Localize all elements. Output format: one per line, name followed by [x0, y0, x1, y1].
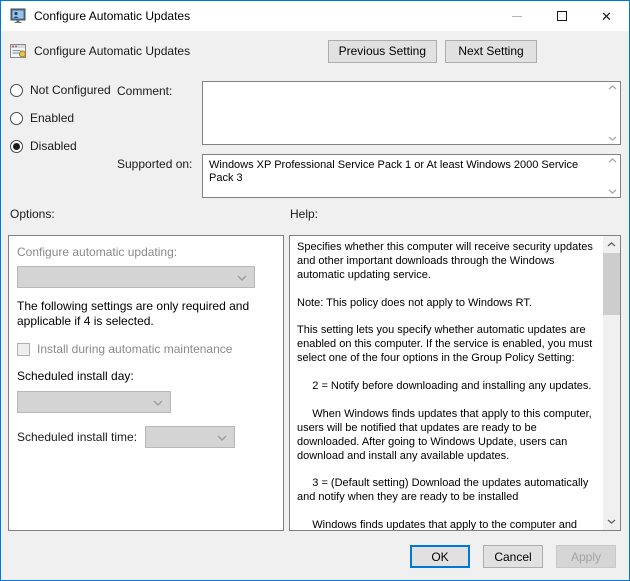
state-radio-group: Not Configured Enabled Disabled	[10, 81, 117, 198]
radio-label: Disabled	[30, 139, 77, 153]
scheduled-time-row: Scheduled install time:	[17, 426, 275, 448]
configure-updating-label: Configure automatic updating:	[17, 245, 275, 259]
policy-setting-icon	[10, 43, 26, 59]
previous-setting-button[interactable]: Previous Setting	[328, 40, 437, 63]
comment-scroll	[604, 82, 620, 144]
comment-box	[202, 81, 621, 145]
help-scrollbar[interactable]	[603, 236, 620, 530]
group-policy-setting-dialog: Configure Automatic Updates ✕ Configure …	[0, 0, 630, 581]
scrollbar-track[interactable]	[603, 315, 620, 513]
supported-on-box: Windows XP Professional Service Pack 1 o…	[202, 154, 621, 198]
radio-disabled[interactable]: Disabled	[10, 139, 117, 153]
scheduled-time-label: Scheduled install time:	[17, 430, 137, 444]
radio-circle-icon	[10, 140, 23, 153]
chevron-down-icon	[153, 400, 163, 406]
setting-name: Configure Automatic Updates	[34, 44, 328, 58]
options-panel: Configure automatic updating: The follow…	[8, 235, 284, 531]
radio-label: Enabled	[30, 111, 74, 125]
minimize-button	[494, 1, 539, 31]
checkbox-icon	[17, 343, 30, 356]
scroll-down-button[interactable]	[603, 513, 620, 530]
chevron-down-icon	[237, 275, 247, 281]
help-section-label: Help:	[290, 207, 621, 221]
panels: Configure automatic updating: The follow…	[1, 221, 629, 531]
close-icon: ✕	[601, 10, 612, 23]
maximize-button[interactable]	[539, 1, 584, 31]
state-section: Not Configured Enabled Disabled Comment:…	[1, 71, 629, 198]
radio-enabled[interactable]: Enabled	[10, 111, 117, 125]
minimize-icon	[512, 16, 522, 17]
chevron-up-icon	[608, 158, 617, 163]
titlebar: Configure Automatic Updates ✕	[1, 1, 629, 31]
scrollbar-thumb[interactable]	[603, 253, 620, 315]
maximize-icon	[557, 11, 567, 21]
apply-button: Apply	[556, 545, 616, 568]
scroll-up-button[interactable]	[603, 236, 620, 253]
help-panel: Specifies whether this computer will rec…	[289, 235, 621, 531]
comment-label: Comment:	[117, 81, 202, 145]
chevron-up-icon	[607, 242, 616, 247]
options-section-label: Options:	[10, 207, 290, 221]
chevron-down-icon	[217, 435, 227, 441]
cancel-button[interactable]: Cancel	[483, 545, 543, 568]
app-icon	[10, 8, 26, 24]
install-maintenance-row: Install during automatic maintenance	[17, 342, 275, 356]
supported-on-scroll	[604, 155, 620, 197]
help-text: Specifies whether this computer will rec…	[290, 236, 603, 530]
close-button[interactable]: ✕	[584, 1, 629, 31]
supported-on-value: Windows XP Professional Service Pack 1 o…	[203, 155, 604, 197]
radio-circle-icon	[10, 112, 23, 125]
next-setting-button[interactable]: Next Setting	[445, 40, 537, 63]
setting-header: Configure Automatic Updates Previous Set…	[1, 31, 629, 71]
chevron-up-icon	[608, 85, 617, 90]
comment-input[interactable]	[203, 82, 604, 144]
scheduled-day-label: Scheduled install day:	[17, 369, 275, 383]
chevron-down-icon	[608, 136, 617, 141]
scheduled-time-dropdown	[145, 426, 235, 448]
radio-not-configured[interactable]: Not Configured	[10, 83, 117, 97]
radio-circle-icon	[10, 84, 23, 97]
radio-label: Not Configured	[30, 83, 111, 97]
chevron-down-icon	[608, 189, 617, 194]
scheduled-day-dropdown	[17, 391, 171, 413]
footer: OK Cancel Apply	[1, 531, 629, 568]
window-title: Configure Automatic Updates	[34, 9, 494, 23]
configure-updating-dropdown	[17, 266, 255, 288]
ok-button[interactable]: OK	[410, 545, 470, 568]
supported-on-label: Supported on:	[117, 154, 202, 198]
options-note: The following settings are only required…	[17, 299, 279, 329]
section-labels: Options: Help:	[1, 198, 629, 221]
chevron-down-icon	[607, 519, 616, 524]
install-maintenance-label: Install during automatic maintenance	[37, 342, 232, 356]
